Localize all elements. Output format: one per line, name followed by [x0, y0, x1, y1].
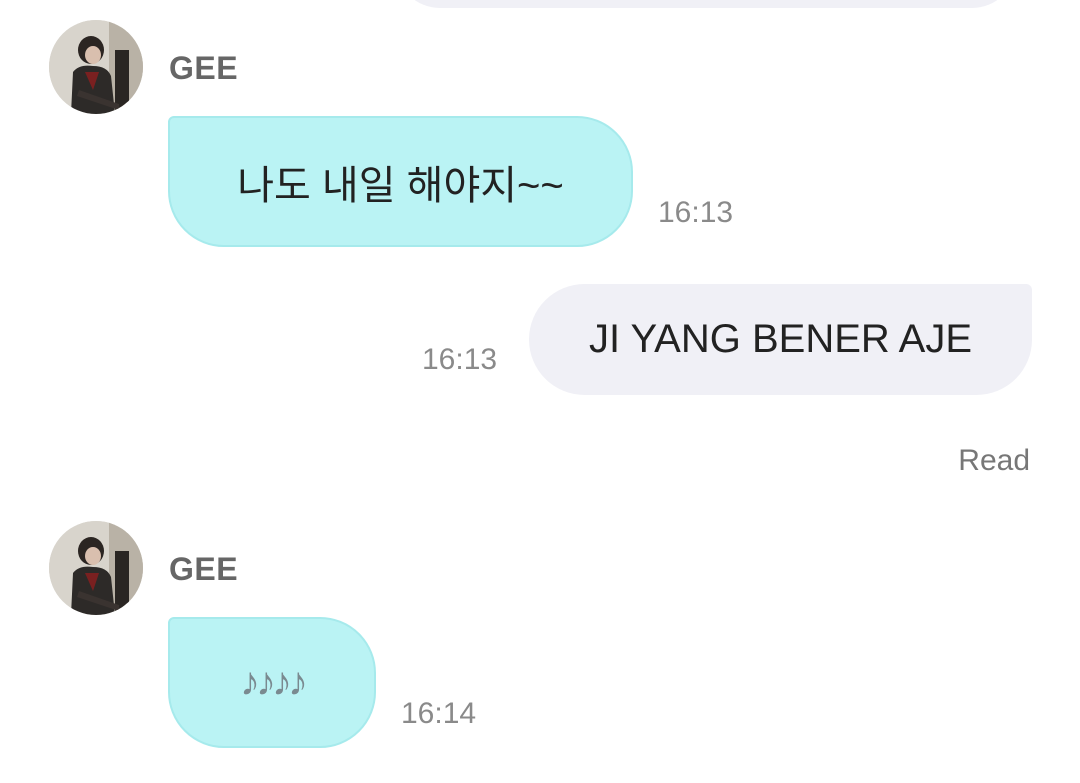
- message-timestamp: 16:13: [658, 196, 734, 229]
- sender-name: GEE: [169, 551, 239, 587]
- music-notes-text: ♪♪♪♪: [240, 660, 308, 704]
- message-text: 나도 내일 해야지~~: [237, 163, 564, 208]
- incoming-message-bubble[interactable]: 나도 내일 해야지~~: [168, 116, 633, 247]
- message-text: JI YANG BENER AJE: [588, 317, 973, 361]
- outgoing-message-bubble[interactable]: JI YANG BENER AJE: [529, 284, 1032, 395]
- sender-avatar[interactable]: [49, 521, 143, 615]
- sender-name: GEE: [169, 50, 239, 86]
- message-timestamp: 16:14: [401, 697, 477, 730]
- read-receipt: Read: [958, 444, 1030, 477]
- profile-photo-icon: [49, 20, 143, 114]
- sender-avatar[interactable]: [49, 20, 143, 114]
- profile-photo-icon: [49, 521, 143, 615]
- incoming-message-bubble[interactable]: ♪♪♪♪: [168, 617, 376, 748]
- message-timestamp: 16:13: [422, 343, 498, 376]
- previous-message-bubble[interactable]: [396, 0, 1016, 8]
